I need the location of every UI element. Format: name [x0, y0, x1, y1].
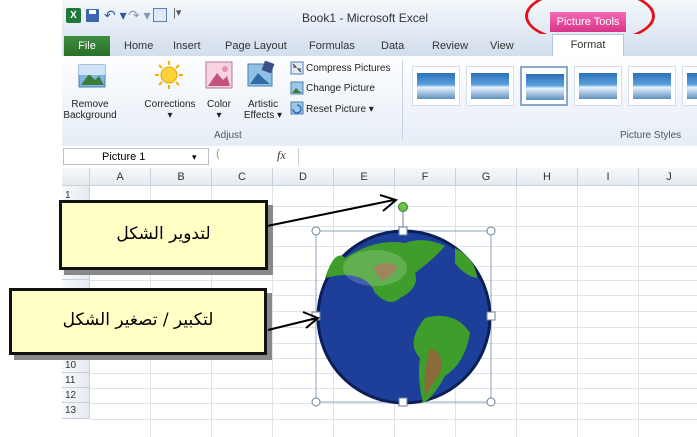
- select-all-corner[interactable]: [62, 168, 90, 186]
- tab-review[interactable]: Review: [432, 40, 468, 52]
- picture-style-3[interactable]: [520, 66, 568, 106]
- compress-pictures-icon: [290, 61, 304, 75]
- reset-picture-icon: [290, 101, 304, 115]
- customize-toolbar-icon[interactable]: |▾: [173, 6, 181, 19]
- column-header[interactable]: E: [334, 168, 395, 186]
- excel-logo-icon: X: [66, 8, 81, 23]
- adjust-group-label: Adjust: [214, 130, 242, 141]
- selected-picture[interactable]: [305, 198, 505, 413]
- globe-icon: [316, 229, 492, 405]
- remove-background-icon: [78, 64, 106, 88]
- compress-pictures-button[interactable]: Compress Pictures: [306, 63, 390, 74]
- rotation-handle[interactable]: [398, 202, 408, 212]
- color-icon: [205, 61, 233, 89]
- tab-insert[interactable]: Insert: [173, 40, 201, 52]
- row-header[interactable]: 12: [62, 388, 90, 403]
- print-preview-icon[interactable]: [153, 8, 167, 22]
- save-icon[interactable]: [86, 9, 99, 22]
- tab-format[interactable]: Format: [552, 34, 624, 56]
- group-divider: [402, 60, 403, 140]
- tab-data[interactable]: Data: [381, 40, 404, 52]
- row-header[interactable]: 11: [62, 373, 90, 388]
- picture-style-5[interactable]: [628, 66, 676, 106]
- redo-icon[interactable]: ↷ ▾: [128, 7, 151, 24]
- window-title: Book1 - Microsoft Excel: [302, 11, 429, 25]
- ribbon-panel: Remove Background Corrections▾ Color▾: [62, 56, 697, 147]
- formula-bar: Picture 1 ▾ ( fx: [62, 146, 697, 169]
- insert-function-icon[interactable]: fx: [277, 148, 286, 163]
- picture-style-6[interactable]: [682, 66, 697, 106]
- picture-styles-group-label: Picture Styles: [620, 130, 682, 141]
- rotate-callout: لتدوير الشكل: [59, 200, 268, 270]
- picture-style-4[interactable]: [574, 66, 622, 106]
- tab-view[interactable]: View: [490, 40, 514, 52]
- column-header[interactable]: F: [395, 168, 456, 186]
- row-header[interactable]: 13: [62, 403, 90, 419]
- column-header[interactable]: D: [273, 168, 334, 186]
- corrections-button[interactable]: Corrections ▾: [140, 99, 200, 121]
- column-header[interactable]: J: [639, 168, 697, 186]
- formula-input[interactable]: [298, 148, 697, 165]
- tab-page-layout[interactable]: Page Layout: [225, 40, 287, 52]
- column-header[interactable]: G: [456, 168, 517, 186]
- artistic-effects-icon: [247, 61, 275, 87]
- chevron-down-icon[interactable]: ▾: [192, 149, 197, 166]
- column-header[interactable]: H: [517, 168, 578, 186]
- title-bar: X ↶ ▾ ↷ ▾ |▾ Book1 - Microsoft Excel Pic…: [62, 0, 697, 44]
- tab-home[interactable]: Home: [124, 40, 153, 52]
- picture-style-1[interactable]: [412, 66, 460, 106]
- column-header[interactable]: C: [212, 168, 273, 186]
- color-button[interactable]: Color ▾: [200, 99, 238, 121]
- name-box[interactable]: Picture 1 ▾: [63, 148, 209, 165]
- name-box-value: Picture 1: [102, 151, 146, 163]
- resize-callout: لتكبير / تصغير الشكل: [9, 288, 267, 355]
- remove-background-button[interactable]: Remove Background: [62, 99, 118, 121]
- tab-file[interactable]: File: [64, 36, 110, 56]
- picture-style-2[interactable]: [466, 66, 514, 106]
- artistic-effects-label: Artistic Effects: [243, 99, 278, 121]
- change-picture-button[interactable]: Change Picture: [306, 83, 375, 94]
- corrections-label: Corrections: [144, 99, 196, 110]
- reset-picture-label: Reset Picture: [306, 104, 367, 115]
- tab-formulas[interactable]: Formulas: [309, 40, 355, 52]
- color-label: Color: [207, 99, 231, 110]
- column-header[interactable]: B: [151, 168, 212, 186]
- column-header[interactable]: A: [90, 168, 151, 186]
- artistic-effects-button[interactable]: Artistic Effects ▾: [238, 99, 288, 121]
- column-header[interactable]: I: [578, 168, 639, 186]
- row-header[interactable]: 10: [62, 358, 90, 373]
- undo-icon[interactable]: ↶ ▾: [104, 7, 127, 24]
- reset-picture-button[interactable]: Reset Picture ▾: [306, 104, 374, 115]
- change-picture-icon: [290, 81, 304, 95]
- corrections-icon: [155, 61, 183, 89]
- formula-resize-icon: (: [216, 148, 220, 160]
